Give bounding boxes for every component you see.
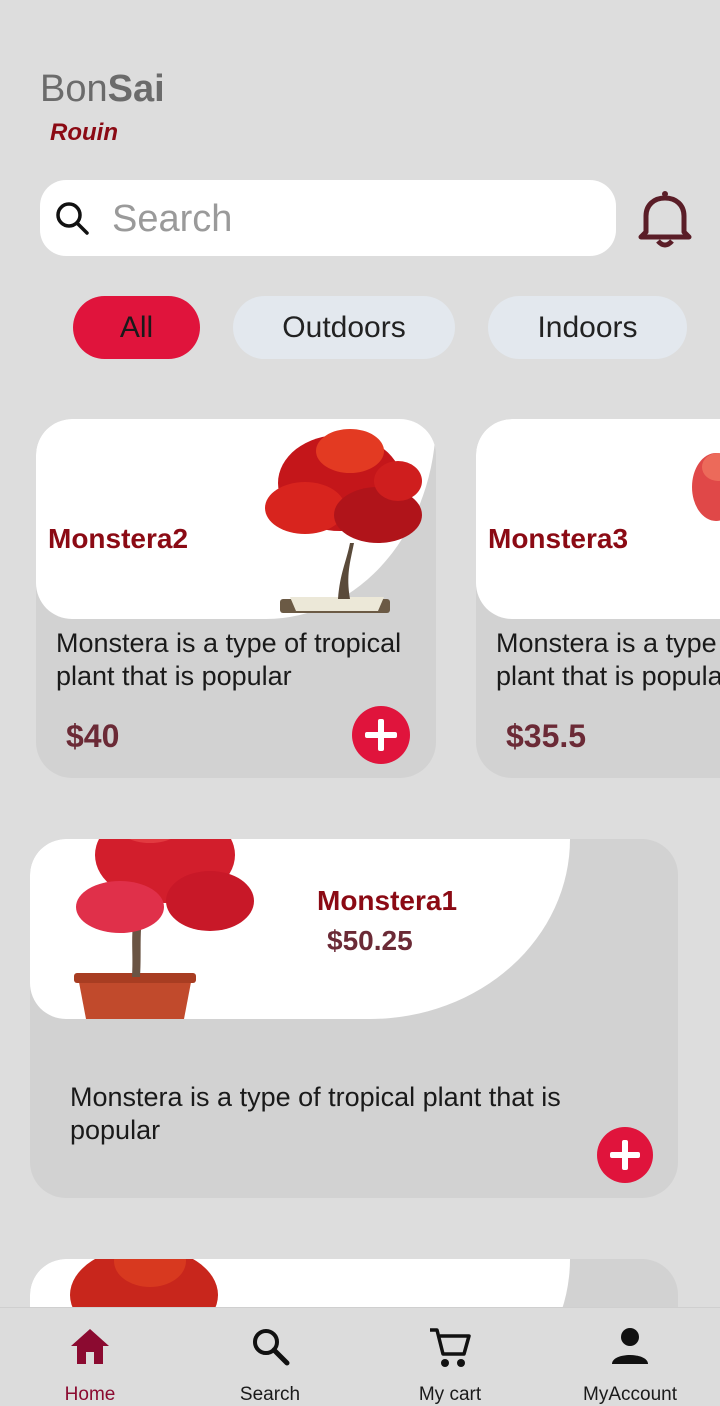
- filter-chip-label: All: [119, 310, 154, 344]
- search-icon: [54, 200, 90, 241]
- bonsai-plant-image: [70, 839, 260, 1032]
- plant-price: $50.25: [327, 925, 413, 956]
- plant-description: Monstera is a type of tropical plant tha…: [496, 628, 720, 691]
- nav-item-home[interactable]: Home: [0, 1308, 180, 1406]
- bonsai-plant-image: [688, 447, 720, 542]
- app-title-light: Bon: [40, 68, 108, 110]
- filter-chip-label: Indoors: [537, 310, 638, 344]
- plant-description: Monstera is a type of tropical plant tha…: [70, 1082, 561, 1145]
- search-placeholder: Search: [112, 198, 233, 240]
- filter-chip-all[interactable]: All: [73, 296, 200, 359]
- card-header-panel: [476, 419, 720, 619]
- nav-label: Search: [239, 1384, 301, 1405]
- add-to-cart-button[interactable]: [596, 1126, 654, 1189]
- bonsai-plant-image: [250, 423, 430, 624]
- plant-card[interactable]: Monstera2 Monstera is a type of tropical…: [36, 419, 436, 778]
- nav-item-account[interactable]: MyAccount: [540, 1308, 720, 1406]
- home-icon: [69, 1326, 111, 1371]
- nav-label: My cart: [418, 1384, 482, 1405]
- plant-name: Monstera2: [48, 523, 189, 554]
- search-icon: [250, 1326, 290, 1371]
- featured-plant-card[interactable]: Monstera1 $50.25 Monstera is a type of t…: [30, 839, 678, 1198]
- bottom-navigation: Home Search My cart MyAccount: [0, 1307, 720, 1406]
- cart-icon: [428, 1326, 472, 1375]
- nav-item-cart[interactable]: My cart: [360, 1308, 540, 1406]
- filter-chip-indoors[interactable]: Indoors: [488, 296, 687, 359]
- bell-icon[interactable]: [636, 188, 694, 255]
- app-title: BonSai: [40, 68, 165, 111]
- app-title-bold: Sai: [107, 68, 165, 110]
- nav-label: MyAccount: [583, 1384, 677, 1405]
- plant-name: Monstera1: [317, 885, 458, 916]
- plant-card[interactable]: Monstera3 Monstera is a type of tropical…: [476, 419, 720, 778]
- add-to-cart-button[interactable]: [351, 705, 411, 770]
- filter-chip-outdoors[interactable]: Outdoors: [233, 296, 455, 359]
- nav-item-search[interactable]: Search: [180, 1308, 360, 1406]
- account-icon: [610, 1326, 650, 1371]
- plant-description: Monstera is a type of tropical plant tha…: [56, 628, 402, 691]
- plant-price: $40: [66, 718, 120, 754]
- filter-chip-label: Outdoors: [282, 310, 406, 344]
- plant-price: $35.5: [506, 718, 587, 754]
- app-subtitle: Rouin: [50, 119, 118, 146]
- nav-label: Home: [64, 1384, 116, 1405]
- plant-name: Monstera3: [488, 523, 629, 554]
- search-input[interactable]: Search: [40, 180, 616, 256]
